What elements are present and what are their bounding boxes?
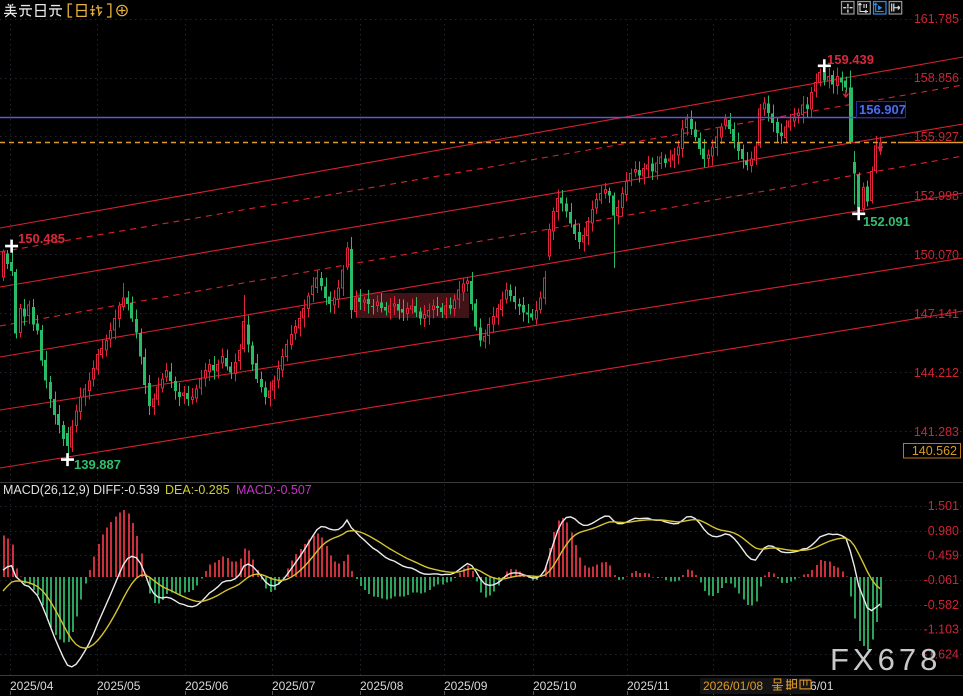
svg-text:2025/07: 2025/07 [272, 679, 316, 693]
svg-text:139.887: 139.887 [74, 457, 121, 472]
svg-text:FX678: FX678 [830, 642, 941, 677]
svg-text:1.501: 1.501 [928, 499, 959, 513]
svg-text:156.907: 156.907 [859, 102, 906, 117]
svg-text:144.212: 144.212 [914, 366, 959, 380]
svg-text:147.141: 147.141 [914, 307, 959, 321]
svg-text:MACD(26,12,9): MACD(26,12,9) [3, 483, 90, 497]
svg-text:MACD:-0.507: MACD:-0.507 [236, 483, 312, 497]
svg-text:-0.582: -0.582 [924, 598, 959, 612]
svg-text:DEA:-0.285: DEA:-0.285 [165, 483, 230, 497]
svg-text:140.562: 140.562 [912, 444, 957, 458]
svg-text:161.785: 161.785 [914, 12, 959, 26]
svg-text:158.856: 158.856 [914, 71, 959, 85]
svg-text:0.459: 0.459 [928, 549, 959, 563]
svg-text:2025/04: 2025/04 [10, 679, 54, 693]
svg-text:141.283: 141.283 [914, 425, 959, 439]
svg-text:2025/11: 2025/11 [627, 679, 670, 693]
svg-text:2025/09: 2025/09 [444, 679, 488, 693]
svg-text:2026/01/08: 2026/01/08 [703, 679, 763, 693]
svg-text:155.927: 155.927 [914, 130, 959, 144]
svg-text:150.070: 150.070 [914, 248, 959, 262]
svg-text:-1.103: -1.103 [924, 623, 959, 637]
svg-text:2025/10: 2025/10 [533, 679, 577, 693]
svg-text:0.980: 0.980 [928, 524, 959, 538]
svg-text:2025/05: 2025/05 [97, 679, 141, 693]
svg-text:2025/06: 2025/06 [185, 679, 229, 693]
svg-text:152.091: 152.091 [863, 214, 910, 229]
svg-text:150.485: 150.485 [18, 231, 65, 246]
svg-text:152.998: 152.998 [914, 189, 959, 203]
svg-text:-0.061: -0.061 [924, 573, 959, 587]
svg-text:DIFF:-0.539: DIFF:-0.539 [93, 483, 160, 497]
svg-text:159.439: 159.439 [827, 52, 874, 67]
svg-text:2025/08: 2025/08 [360, 679, 404, 693]
